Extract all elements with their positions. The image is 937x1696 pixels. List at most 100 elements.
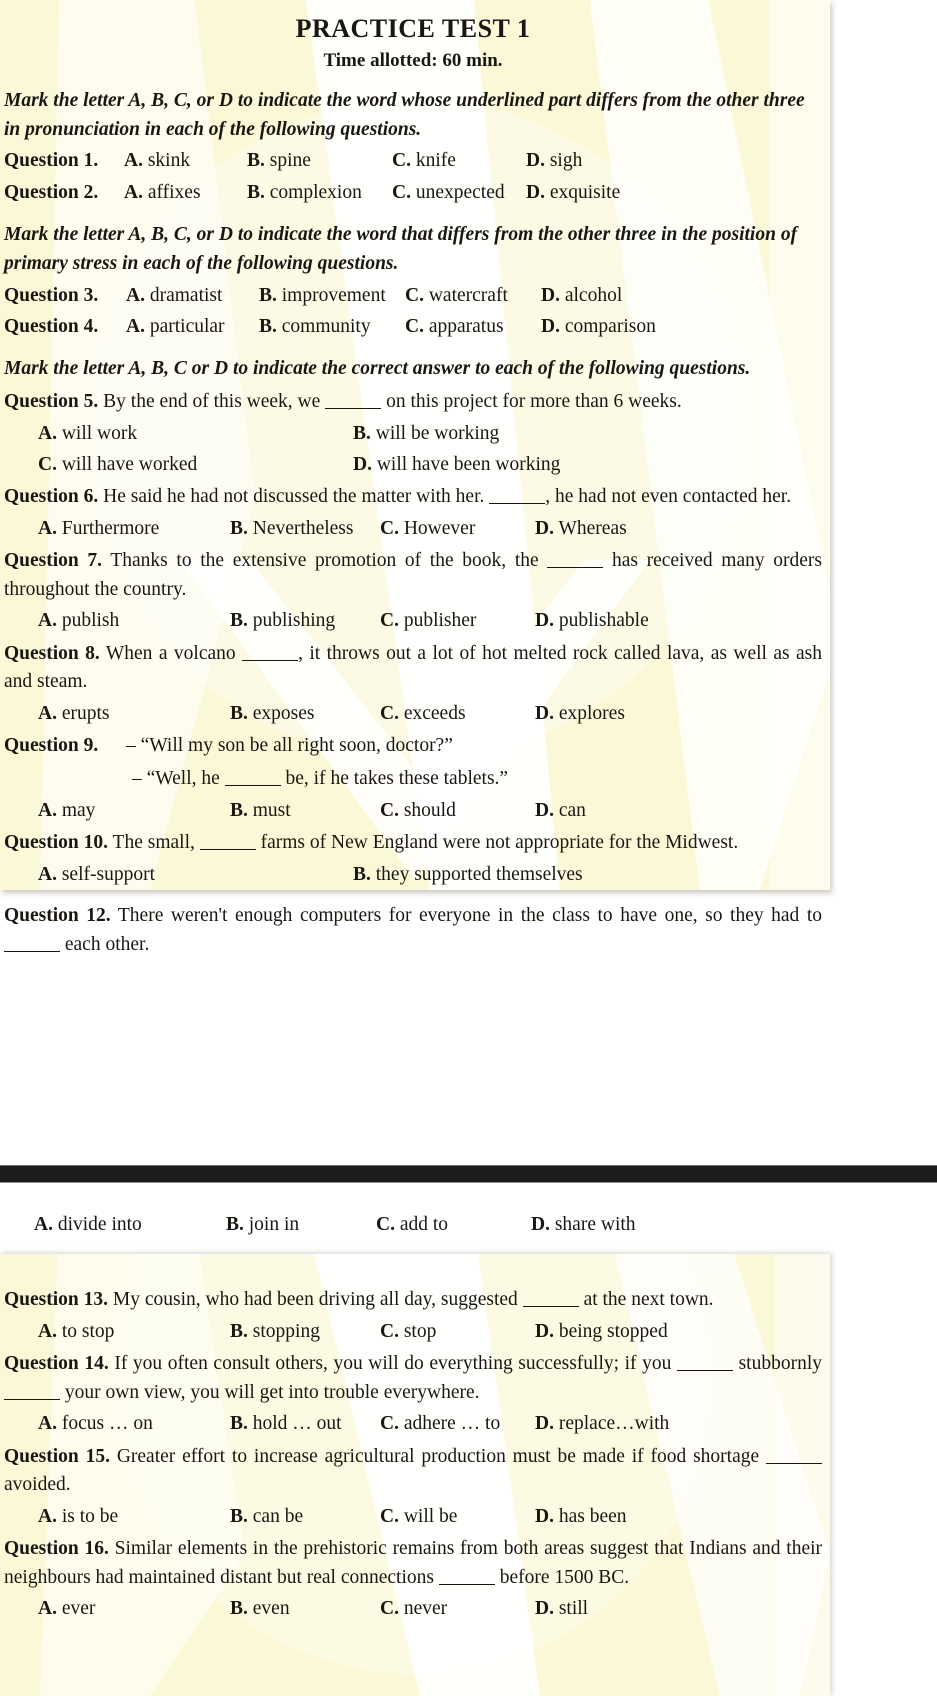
page-title: PRACTICE TEST 1 (295, 14, 531, 43)
question-3-option-c[interactable]: C. watercraft (405, 282, 541, 310)
question-10-stem-after: farms of New England were not appropriat… (260, 831, 739, 853)
question-14-option-d[interactable]: D. replace…with (535, 1410, 669, 1438)
question-6-blank[interactable] (489, 503, 546, 505)
question-9-option-b[interactable]: B. must (230, 797, 380, 825)
question-8-stem: Question 8. When a volcano , it throws o… (4, 640, 822, 697)
question-5-blank[interactable] (325, 408, 382, 410)
question-4-row: Question 4. A. particular B. community C… (4, 313, 822, 341)
question-4-option-d[interactable]: D. comparison (541, 313, 656, 341)
question-9-option-c[interactable]: C. should (380, 797, 535, 825)
question-8-option-d[interactable]: D. explores (535, 700, 625, 728)
page-two-content: Question 13. My cousin, who had been dri… (0, 1254, 830, 1624)
question-6-option-a[interactable]: A. Furthermore (38, 515, 230, 543)
question-13-option-c[interactable]: C. stop (380, 1318, 535, 1346)
question-2-option-d[interactable]: D. exquisite (526, 179, 620, 207)
question-2-option-a[interactable]: A. affixes (124, 179, 247, 207)
question-16-option-b[interactable]: B. even (230, 1595, 380, 1623)
question-4-option-b[interactable]: B. community (259, 313, 405, 341)
question-8-option-b[interactable]: B. exposes (230, 700, 380, 728)
question-10-option-a[interactable]: A. self-support (38, 861, 353, 889)
question-15-option-a[interactable]: A. is to be (38, 1503, 230, 1531)
question-14-blank-1[interactable] (676, 1369, 733, 1371)
scanned-page-top: PRACTICE TEST 1 Time allotted: 60 min. M… (0, 0, 830, 890)
question-13-option-d[interactable]: D. being stopped (535, 1318, 668, 1346)
question-13-option-b[interactable]: B. stopping (230, 1318, 380, 1346)
question-12-option-c[interactable]: C. add to (376, 1211, 531, 1239)
question-4-option-c[interactable]: C. apparatus (405, 313, 541, 341)
question-6-option-d[interactable]: D. Whereas (535, 515, 627, 543)
question-1-option-a[interactable]: A. skink (124, 147, 247, 175)
question-7-option-b[interactable]: B. publishing (230, 607, 380, 635)
question-14-option-b[interactable]: B. hold … out (230, 1410, 380, 1438)
question-4-option-a[interactable]: A. particular (126, 313, 259, 341)
question-2-option-c[interactable]: C. unexpected (392, 179, 526, 207)
question-6-stem-before: He said he had not discussed the matter … (103, 486, 485, 508)
question-7-stem-before: Thanks to the extensive promotion of the… (110, 550, 539, 572)
time-allotted: Time allotted: 60 min. (323, 49, 503, 71)
question-7-option-c[interactable]: C. publisher (380, 607, 535, 635)
question-10-option-b[interactable]: B. they supported themselves (353, 861, 583, 889)
question-1-option-b[interactable]: B. spine (247, 147, 392, 175)
question-2-label: Question 2. (4, 181, 99, 203)
question-9-option-a[interactable]: A. may (38, 797, 230, 825)
question-8-option-a[interactable]: A. erupts (38, 700, 230, 728)
question-14-options-row: A. focus … on B. hold … out C. adhere … … (4, 1410, 822, 1438)
question-8-stem-before: When a volcano (105, 642, 236, 664)
question-1-option-d[interactable]: D. sigh (526, 147, 582, 175)
question-16-label: Question 16. (4, 1538, 109, 1560)
question-15-option-d[interactable]: D. has been (535, 1503, 627, 1531)
question-12-option-a[interactable]: A. divide into (34, 1211, 226, 1239)
question-12-options-area: A. divide into B. join in C. add to D. s… (0, 1208, 830, 1239)
question-16-option-c[interactable]: C. never (380, 1595, 535, 1623)
question-10-label: Question 10. (4, 831, 109, 853)
question-15-option-b[interactable]: B. can be (230, 1503, 380, 1531)
question-14-option-c[interactable]: C. adhere … to (380, 1410, 535, 1438)
question-12-blank[interactable] (4, 950, 60, 952)
question-5-option-b[interactable]: B. will be working (353, 420, 499, 448)
question-9-blank[interactable] (224, 784, 281, 786)
question-7-option-a[interactable]: A. publish (38, 607, 230, 635)
question-12-option-b[interactable]: B. join in (226, 1211, 376, 1239)
question-6-option-c[interactable]: C. However (380, 515, 535, 543)
question-9-option-d[interactable]: D. can (535, 797, 586, 825)
question-14-option-a[interactable]: A. focus … on (38, 1410, 230, 1438)
question-10-blank[interactable] (199, 848, 256, 850)
question-10-options-row-1: A. self-support B. they supported themse… (4, 861, 822, 889)
question-16-blank[interactable] (438, 1583, 495, 1585)
question-15-option-c[interactable]: C. will be (380, 1503, 535, 1531)
question-10-stem: Question 10. The small, farms of New Eng… (4, 829, 822, 858)
question-14-blank-2[interactable] (4, 1398, 60, 1400)
question-13-option-a[interactable]: A. to stop (38, 1318, 230, 1346)
question-14-stem: Question 14. If you often consult others… (4, 1350, 822, 1407)
question-5-option-c[interactable]: C. will have worked (38, 451, 353, 479)
question-16-option-d[interactable]: D. still (535, 1595, 588, 1623)
question-12-label: Question 12. (4, 905, 111, 926)
question-13-stem-after: at the next town. (583, 1289, 714, 1310)
question-12-options-row: A. divide into B. join in C. add to D. s… (0, 1211, 830, 1239)
question-3-option-d[interactable]: D. alcohol (541, 282, 622, 310)
question-14-stem-after: your own view, you will get into trouble… (64, 1381, 480, 1403)
question-7-option-d[interactable]: D. publishable (535, 607, 649, 635)
question-5-option-d[interactable]: D. will have been working (353, 451, 560, 479)
question-9-stem: Question 9. – “Will my son be all right … (4, 732, 822, 761)
question-16-option-a[interactable]: A. ever (38, 1595, 230, 1623)
question-7-blank[interactable] (547, 567, 604, 569)
question-9-label: Question 9. (4, 735, 99, 757)
question-5-option-a[interactable]: A. will work (38, 420, 353, 448)
question-6-option-b[interactable]: B. Nevertheless (230, 515, 380, 543)
question-6-stem: Question 6. He said he had not discussed… (4, 483, 822, 512)
question-13-label: Question 13. (4, 1289, 109, 1310)
question-13-blank[interactable] (522, 1306, 579, 1307)
question-9-dialog-line-1: – “Will my son be all right soon, doctor… (126, 735, 453, 757)
question-2-option-b[interactable]: B. complexion (247, 179, 392, 207)
question-8-option-c[interactable]: C. exceeds (380, 700, 535, 728)
question-15-blank[interactable] (766, 1462, 822, 1464)
question-3-option-b[interactable]: B. improvement (259, 282, 405, 310)
question-3-option-a[interactable]: A. dramatist (126, 282, 259, 310)
question-12-option-d[interactable]: D. share with (531, 1211, 636, 1239)
question-9-dialog-row-2: – “Well, he be, if he takes these tablet… (4, 765, 822, 794)
question-1-option-c[interactable]: C. knife (392, 147, 526, 175)
question-5-stem: Question 5. By the end of this week, we … (4, 388, 822, 417)
question-15-stem: Question 15. Greater effort to increase … (4, 1443, 822, 1500)
question-8-blank[interactable] (242, 659, 299, 661)
